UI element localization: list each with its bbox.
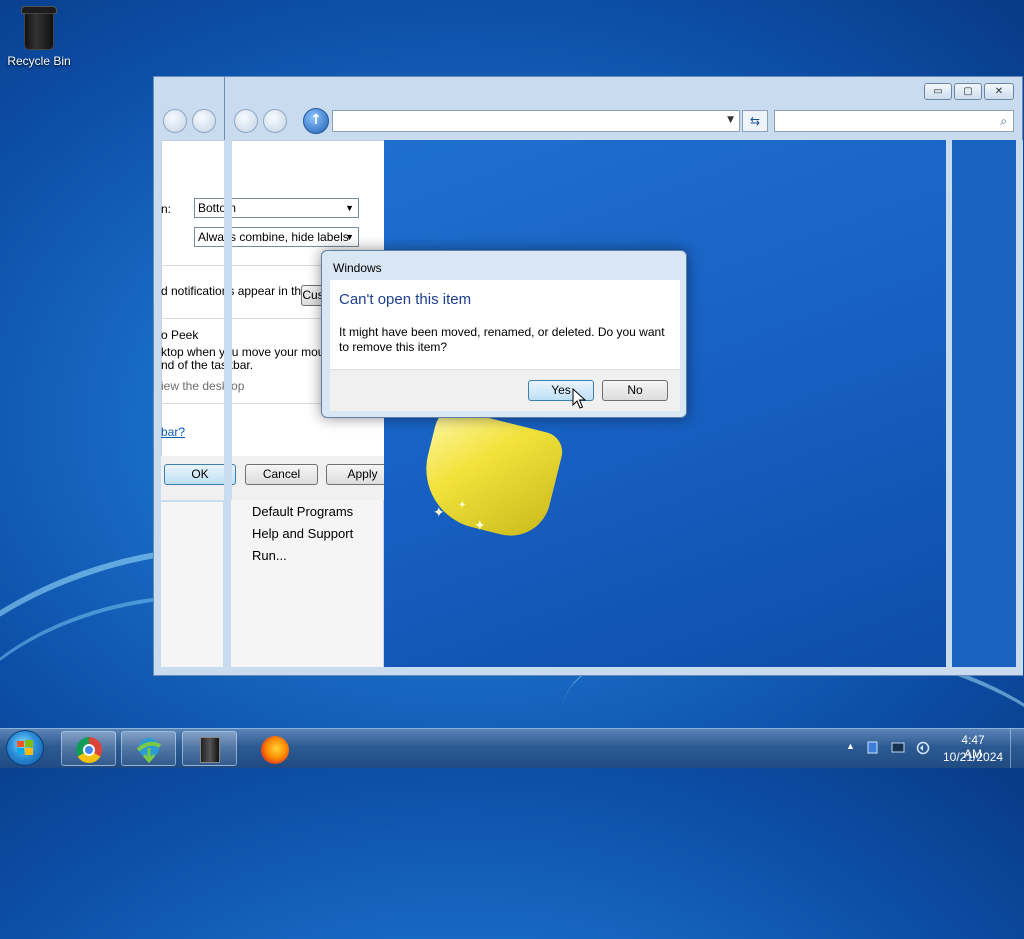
refresh-button[interactable]: ⇆ — [742, 110, 768, 132]
forward-button[interactable] — [192, 109, 216, 133]
menu-item-default-programs[interactable]: Default Programs — [252, 504, 353, 519]
sparkle-icon: ✦ — [474, 518, 486, 534]
minimize-button[interactable]: ▭ — [924, 83, 952, 100]
desktop-icon-recycle-bin[interactable]: Recycle Bin — [4, 4, 74, 68]
display-icon[interactable] — [891, 741, 905, 755]
dialog-title: Windows — [333, 261, 382, 275]
chevron-down-icon: ▼ — [727, 115, 734, 125]
close-button[interactable]: ✕ — [984, 83, 1014, 100]
start-menu-left-pane — [161, 502, 223, 667]
window-border — [224, 667, 1023, 676]
maximize-button[interactable]: ▢ — [954, 83, 982, 100]
cube-icon — [200, 737, 220, 763]
show-desktop-button[interactable] — [1010, 729, 1024, 768]
show-hidden-icons-button[interactable]: ▲ — [846, 741, 855, 751]
taskbar-idm-button[interactable] — [121, 731, 176, 766]
help-link[interactable]: bar? — [161, 425, 185, 439]
recycle-bin-icon — [21, 6, 57, 50]
taskbar-virtualbox-button[interactable] — [182, 731, 237, 766]
wallpaper-preview-edge — [952, 140, 1016, 667]
idm-icon — [136, 738, 161, 764]
windows-logo-icon — [17, 740, 33, 755]
dialog-heading: Can't open this item — [339, 291, 472, 308]
location-label: n: — [161, 202, 172, 216]
back-button[interactable] — [234, 109, 258, 133]
up-button[interactable]: ↑ — [303, 108, 329, 134]
firefox-icon — [261, 736, 289, 764]
sparkle-icon: ✦ — [458, 500, 467, 511]
menu-item-run[interactable]: Run... — [252, 548, 287, 563]
start-button[interactable] — [6, 730, 44, 766]
taskbar-firefox-button[interactable] — [246, 731, 301, 766]
taskbar-chrome-button[interactable] — [61, 731, 116, 766]
desktop-icon-label: Recycle Bin — [7, 54, 71, 68]
volume-icon[interactable] — [916, 741, 930, 755]
window-border — [1016, 140, 1023, 676]
back-button[interactable] — [163, 109, 187, 133]
address-bar[interactable]: ▼ — [332, 110, 740, 132]
no-button[interactable]: No — [602, 380, 668, 401]
forward-button[interactable] — [263, 109, 287, 133]
menu-item-help-and-support[interactable]: Help and Support — [252, 526, 353, 541]
dialog-message: It might have been moved, renamed, or de… — [339, 325, 665, 354]
chrome-icon — [76, 737, 102, 763]
clock-date[interactable]: 10/21/2024 — [943, 750, 1003, 764]
mouse-cursor-icon — [572, 388, 586, 409]
peek-heading: o Peek — [161, 328, 199, 342]
sparkle-icon: ✦ — [433, 505, 445, 521]
network-icon[interactable] — [866, 741, 880, 755]
search-icon: ⌕ — [1000, 114, 1007, 128]
search-input[interactable]: ⌕ — [774, 110, 1014, 132]
